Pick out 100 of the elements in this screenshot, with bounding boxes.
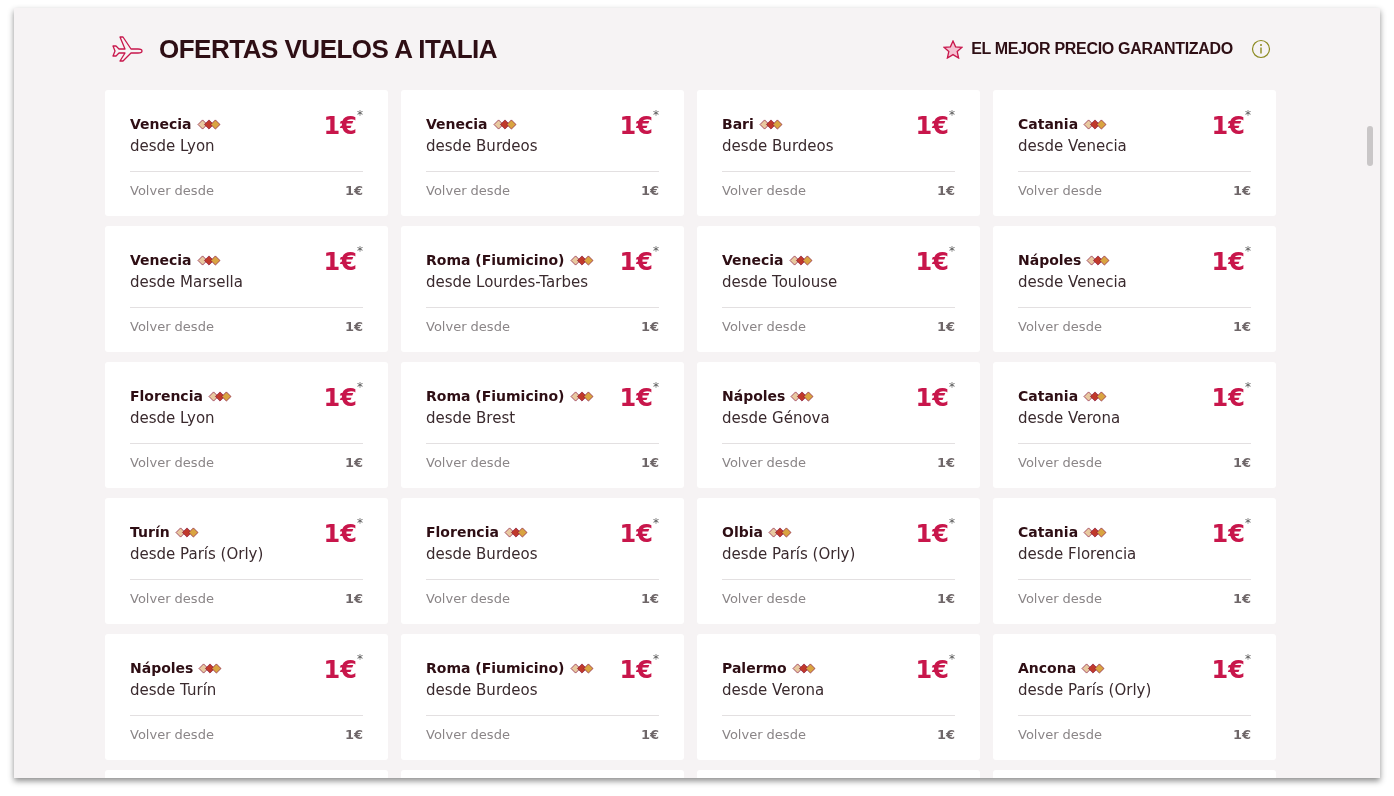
- origin-text: desde Burdeos: [426, 545, 538, 563]
- return-label: Volver desde: [722, 454, 806, 470]
- destination-name: Nápoles: [1018, 252, 1082, 268]
- offer-card[interactable]: Roma (Fiumicino) desde Brest 1€$^{*}$ Volver desde 1€: [401, 362, 684, 488]
- price: 1€$^{*}$: [619, 384, 659, 412]
- offer-card[interactable]: Roma (Fiumicino) desde Lourdes-Tarbes 1€$^{*}$ Volver desde 1€: [401, 226, 684, 352]
- offer-card[interactable]: Florencia desde Lyon 1€$^{*}$ Volver desde 1€: [105, 362, 388, 488]
- return-price: 1€: [640, 454, 659, 470]
- price: 1€$^{*}$: [619, 656, 659, 684]
- return-price: 1€: [1232, 318, 1251, 334]
- offer-card[interactable]: Catania desde Florencia 1€$^{*}$ Volver desde 1€: [993, 498, 1276, 624]
- destination-name: Roma (Fiumicino): [426, 252, 565, 268]
- return-price: 1€: [936, 454, 955, 470]
- return-label: Volver desde: [1018, 726, 1102, 742]
- airplane-icon: [111, 35, 143, 63]
- flag-icon: [207, 390, 232, 402]
- price: 1€$^{*}$: [915, 248, 955, 276]
- origin-text: desde Burdeos: [426, 681, 539, 699]
- offer-card[interactable]: Nápoles desde Turín 1€$^{*}$ Volver desde 1€: [105, 634, 388, 760]
- return-label: Volver desde: [1018, 318, 1102, 334]
- offer-card[interactable]: Venecia desde Lyon 1€$^{*}$ Volver desde 1€: [105, 90, 388, 216]
- offer-card[interactable]: Nápoles desde Génova 1€$^{*}$ Volver desde 1€: [697, 362, 980, 488]
- price: 1€$^{*}$: [1211, 520, 1251, 548]
- scrollbar-thumb[interactable]: [1367, 126, 1373, 166]
- return-price: 1€: [1232, 182, 1251, 198]
- destination-name: Catania: [1018, 116, 1079, 132]
- price: 1€$^{*}$: [619, 520, 659, 548]
- price-guarantee-label: EL MEJOR PRECIO GARANTIZADO: [971, 40, 1233, 58]
- origin-text: desde Lyon: [130, 137, 216, 155]
- flag-icon: [1086, 254, 1111, 266]
- destination-name: Ancona: [1018, 660, 1077, 676]
- price: 1€$^{*}$: [915, 656, 955, 684]
- origin-text: desde Génova: [722, 409, 830, 427]
- price: 1€$^{*}$: [1211, 112, 1251, 140]
- origin-text: desde París (Orly): [722, 545, 856, 563]
- return-label: Volver desde: [1018, 454, 1102, 470]
- flag-icon: [1083, 390, 1108, 402]
- origin-text: desde Florencia: [1018, 545, 1137, 563]
- return-label: Volver desde: [722, 590, 806, 606]
- destination-name: Catania: [1018, 524, 1079, 540]
- return-label: Volver desde: [130, 182, 214, 198]
- return-price: 1€: [344, 318, 363, 334]
- return-price: 1€: [344, 182, 363, 198]
- return-price: 1€: [936, 590, 955, 606]
- return-label: Volver desde: [426, 726, 510, 742]
- return-label: Volver desde: [130, 454, 214, 470]
- flag-icon: [569, 390, 594, 402]
- flag-icon: [196, 254, 221, 266]
- destination-name: Roma (Fiumicino): [426, 388, 565, 404]
- flag-icon: [492, 118, 517, 130]
- price: 1€$^{*}$: [1211, 656, 1251, 684]
- price: 1€$^{*}$: [323, 112, 363, 140]
- flag-icon: [196, 118, 221, 130]
- offer-card[interactable]: Catania desde Verona 1€$^{*}$ Volver desde 1€: [993, 362, 1276, 488]
- destination-name: Nápoles: [130, 660, 194, 676]
- price: 1€$^{*}$: [1211, 248, 1251, 276]
- offer-card[interactable]: Venecia desde Toulouse 1€$^{*}$ Volver desde 1€: [697, 226, 980, 352]
- flag-icon: [758, 118, 783, 130]
- offer-card[interactable]: Turín desde París (Orly) 1€$^{*}$ Volver desde 1€: [105, 498, 388, 624]
- offer-card[interactable]: Palermo desde Verona 1€$^{*}$ Volver desde 1€: [697, 634, 980, 760]
- destination-name: Florencia: [130, 388, 203, 404]
- destination-name: Roma (Fiumicino): [426, 660, 565, 676]
- destination-name: Venecia: [722, 252, 784, 268]
- price: 1€$^{*}$: [1211, 384, 1251, 412]
- origin-text: desde Lyon: [130, 409, 216, 427]
- origin-text: desde París (Orly): [130, 545, 264, 563]
- section-title: OFERTAS VUELOS A ITALIA: [159, 33, 498, 65]
- origin-text: desde Toulouse: [722, 273, 838, 291]
- offer-card[interactable]: Roma (Fiumicino) desde Burdeos 1€$^{*}$ Volver desde 1€: [401, 634, 684, 760]
- offer-card[interactable]: Nápoles desde Venecia 1€$^{*}$ Volver desde 1€: [993, 226, 1276, 352]
- price: 1€$^{*}$: [323, 384, 363, 412]
- star-icon: [943, 39, 964, 59]
- return-price: 1€: [344, 726, 363, 742]
- destination-name: Olbia: [722, 524, 763, 540]
- offer-card[interactable]: Bari desde Burdeos 1€$^{*}$ Volver desde 1€: [697, 90, 980, 216]
- return-price: 1€: [936, 182, 955, 198]
- return-price: 1€: [640, 590, 659, 606]
- flag-icon: [1083, 118, 1108, 130]
- return-price: 1€: [936, 318, 955, 334]
- origin-text: desde Burdeos: [426, 137, 538, 155]
- return-label: Volver desde: [722, 318, 806, 334]
- info-icon[interactable]: [1251, 39, 1271, 59]
- origin-text: desde Verona: [722, 681, 825, 699]
- offer-card[interactable]: Florencia desde Burdeos 1€$^{*}$ Volver desde 1€: [401, 498, 684, 624]
- offer-card[interactable]: Catania desde Venecia 1€$^{*}$ Volver desde 1€: [993, 90, 1276, 216]
- return-price: 1€: [344, 454, 363, 470]
- offer-card[interactable]: Venecia desde Burdeos 1€$^{*}$ Volver desde 1€: [401, 90, 684, 216]
- price: 1€$^{*}$: [323, 520, 363, 548]
- offer-card[interactable]: Olbia desde París (Orly) 1€$^{*}$ Volver desde 1€: [697, 498, 980, 624]
- flag-icon: [569, 254, 594, 266]
- offer-card[interactable]: Venecia desde Marsella 1€$^{*}$ Volver desde 1€: [105, 226, 388, 352]
- price: 1€$^{*}$: [915, 112, 955, 140]
- flag-icon: [790, 390, 815, 402]
- return-price: 1€: [936, 726, 955, 742]
- return-label: Volver desde: [1018, 182, 1102, 198]
- flag-icon: [791, 662, 816, 674]
- destination-name: Palermo: [722, 660, 787, 676]
- return-label: Volver desde: [130, 726, 214, 742]
- price: 1€$^{*}$: [323, 248, 363, 276]
- offer-card[interactable]: Ancona desde París (Orly) 1€$^{*}$ Volver desde 1€: [993, 634, 1276, 760]
